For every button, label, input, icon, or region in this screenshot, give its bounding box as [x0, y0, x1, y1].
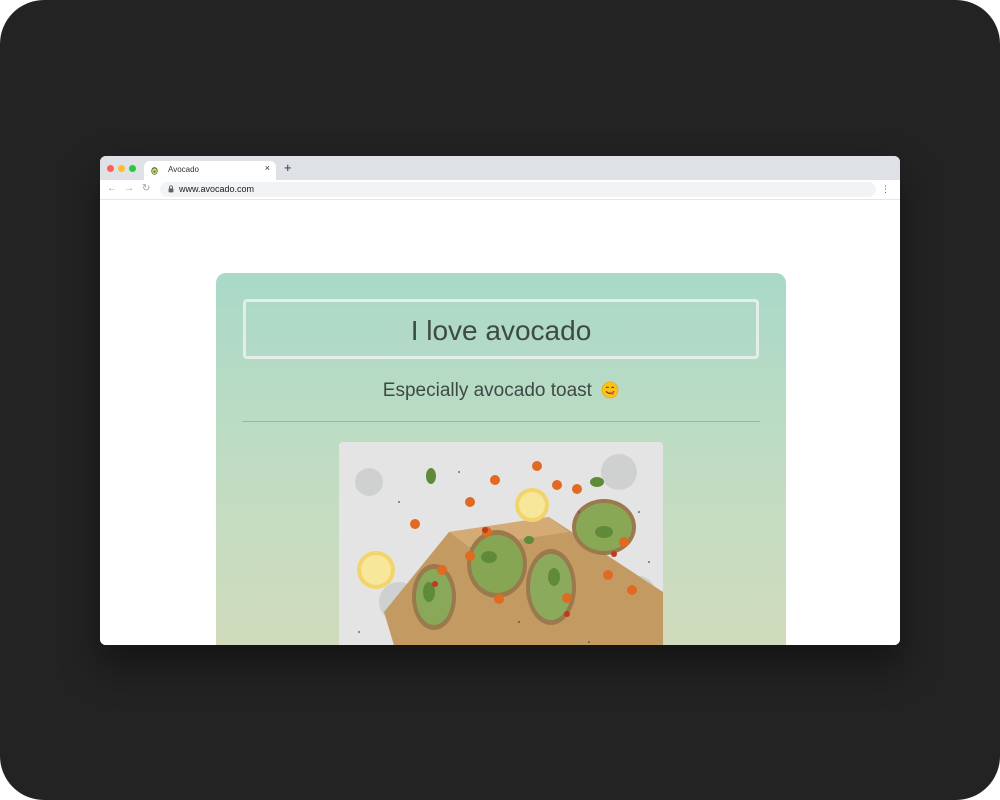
title-box: I love avocado	[243, 299, 759, 359]
more-menu-icon[interactable]: ⋮	[881, 184, 890, 195]
avocado-toast-photo	[339, 442, 663, 645]
address-bar[interactable]: www.avocado.com	[160, 182, 876, 197]
maximize-window-button[interactable]	[129, 165, 136, 172]
tab-bar: Avocado × +	[100, 156, 900, 180]
avocado-card: I love avocado Especially avocado toast	[216, 273, 786, 645]
close-window-button[interactable]	[107, 165, 114, 172]
device-frame: Avocado × + ← → ↻ www.avocado.com ⋮ I lo…	[0, 0, 1000, 800]
reload-icon[interactable]: ↻	[142, 183, 150, 194]
lock-icon	[168, 185, 174, 193]
page-content: I love avocado Especially avocado toast	[100, 201, 900, 645]
url-text: www.avocado.com	[179, 184, 255, 194]
new-tab-button[interactable]: +	[284, 161, 292, 174]
browser-window: Avocado × + ← → ↻ www.avocado.com ⋮ I lo…	[100, 156, 900, 645]
divider	[242, 421, 760, 422]
back-arrow-icon[interactable]: ←	[107, 183, 117, 194]
yum-face-emoji	[601, 381, 619, 399]
avocado-icon	[151, 167, 158, 175]
close-tab-icon[interactable]: ×	[265, 163, 270, 173]
tab-title: Avocado	[168, 165, 199, 174]
browser-toolbar: ← → ↻ www.avocado.com ⋮	[100, 180, 900, 200]
tab-avocado[interactable]: Avocado ×	[144, 161, 276, 180]
subtitle-text: Especially avocado toast	[382, 380, 592, 401]
subtitle: Especially avocado toast	[216, 380, 786, 402]
page-title: I love avocado	[410, 315, 592, 346]
forward-arrow-icon[interactable]: →	[124, 183, 134, 194]
minimize-window-button[interactable]	[118, 165, 125, 172]
